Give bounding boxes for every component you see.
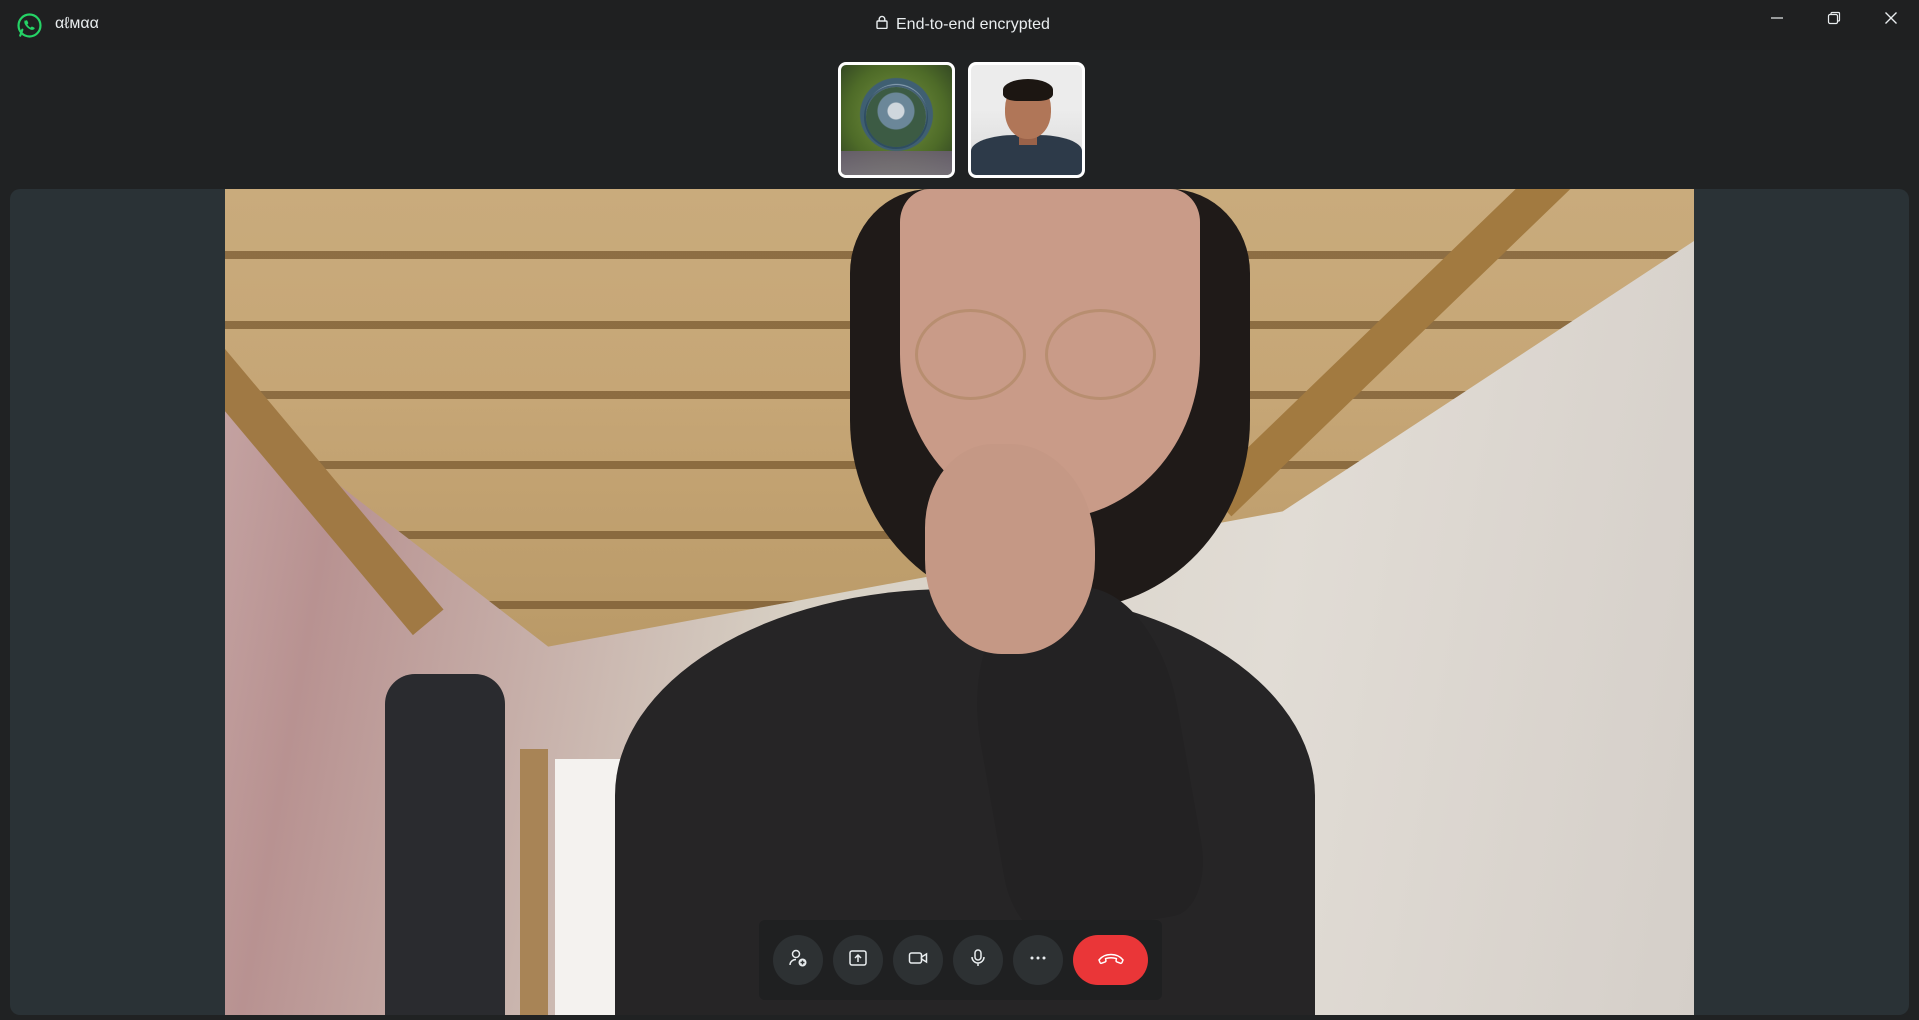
phone-hangup-icon (1096, 949, 1126, 972)
avatar (866, 87, 926, 147)
share-screen-icon (848, 948, 868, 973)
add-participant-button[interactable] (773, 935, 823, 985)
call-window: αℓмαα End-to-end encrypted (0, 0, 1919, 1020)
encryption-status: End-to-end encrypted (876, 15, 1050, 34)
contact-name: αℓмαα (55, 15, 99, 32)
main-video-stage (10, 189, 1909, 1015)
whatsapp-logo-icon (16, 12, 43, 39)
title-bar: αℓмαα End-to-end encrypted (0, 0, 1919, 50)
lock-icon (876, 15, 888, 34)
participant-thumbnail[interactable] (968, 62, 1085, 178)
participant-thumbnail[interactable] (838, 62, 955, 178)
minimize-button[interactable] (1749, 0, 1805, 40)
participant-strip (0, 50, 1919, 186)
close-button[interactable] (1863, 0, 1919, 40)
microphone-toggle-button[interactable] (953, 935, 1003, 985)
minimize-icon (1770, 11, 1784, 30)
microphone-icon (968, 948, 988, 973)
video-toggle-button[interactable] (893, 935, 943, 985)
end-call-button[interactable] (1073, 935, 1148, 985)
encryption-label: End-to-end encrypted (896, 15, 1050, 33)
call-controls-bar (759, 920, 1162, 1000)
add-person-icon (788, 948, 808, 973)
more-options-button[interactable] (1013, 935, 1063, 985)
more-horizontal-icon (1028, 948, 1048, 973)
main-video-feed[interactable] (225, 189, 1694, 1015)
restore-button[interactable] (1806, 0, 1862, 40)
video-camera-icon (908, 948, 928, 973)
restore-icon (1827, 11, 1841, 30)
close-icon (1884, 11, 1898, 30)
share-screen-button[interactable] (833, 935, 883, 985)
